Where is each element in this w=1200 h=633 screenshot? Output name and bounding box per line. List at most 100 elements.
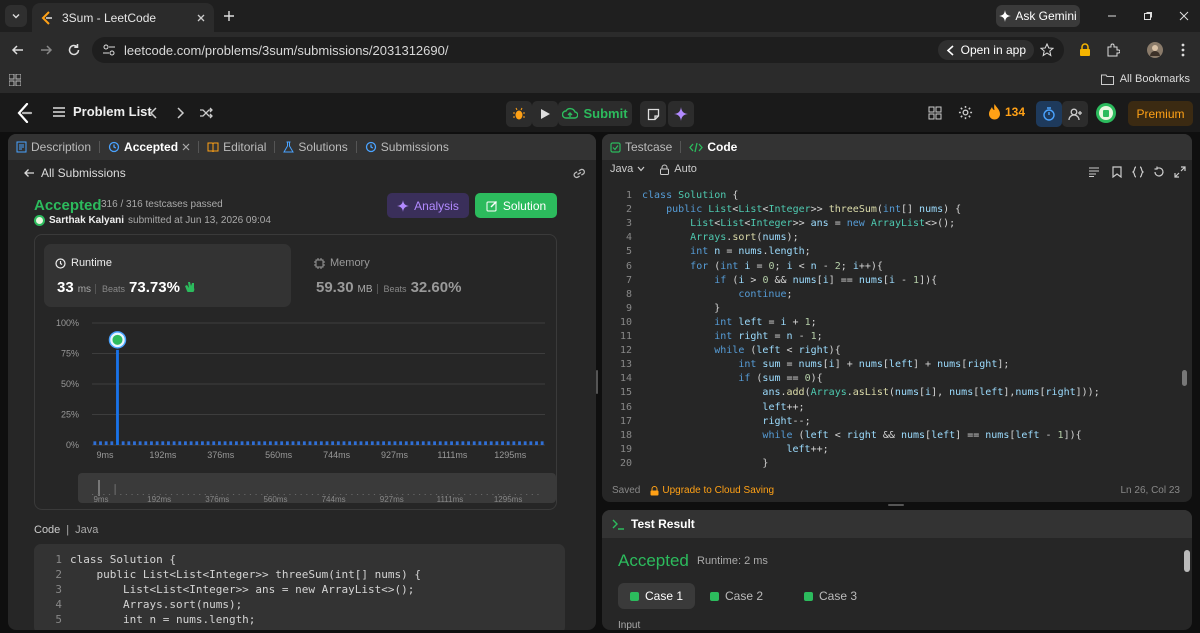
tab-editorial[interactable]: Editorial: [199, 134, 274, 160]
leetcode-logo[interactable]: [16, 103, 34, 123]
chart-bar: [93, 441, 97, 445]
horizontal-resize-handle[interactable]: [888, 504, 904, 506]
notes-button[interactable]: [640, 101, 666, 127]
brush-tick-label: 192ms: [147, 495, 171, 504]
tab-solutions[interactable]: Solutions: [275, 134, 355, 160]
edit-icon: [486, 200, 497, 211]
auto-label: Auto: [674, 163, 697, 175]
editor-line: 3 List < List < Integer >> ans = new ArrayLis…: [602, 218, 955, 232]
tab-code[interactable]: Code: [681, 134, 745, 160]
chart-bar: [285, 441, 289, 445]
prev-problem-button[interactable]: [149, 106, 159, 120]
chart-bar: [370, 441, 374, 445]
problem-list-button[interactable]: Problem List: [52, 104, 152, 119]
tab-submissions[interactable]: Submissions: [357, 134, 457, 160]
terminal-icon: [612, 519, 624, 530]
test-result-scrollbar[interactable]: [1184, 550, 1190, 572]
new-tab-button[interactable]: [220, 7, 238, 25]
reset-icon[interactable]: [1153, 166, 1165, 178]
minimize-button[interactable]: [1104, 8, 1120, 24]
case-tab-2[interactable]: Case 2: [698, 583, 775, 609]
tab-editorial-label: Editorial: [223, 140, 267, 154]
forward-button[interactable]: [37, 41, 55, 59]
analysis-button[interactable]: Analysis: [387, 193, 469, 218]
settings-button[interactable]: [958, 105, 973, 120]
reload-button[interactable]: [65, 41, 83, 59]
chart-bar: [206, 441, 210, 445]
author-name[interactable]: Sarthak Kalyani: [49, 215, 124, 226]
apps-grid-icon[interactable]: [9, 74, 21, 86]
brush-bar: [430, 494, 432, 495]
layout-button[interactable]: [928, 106, 942, 120]
bookmark-star-icon[interactable]: [1040, 43, 1054, 57]
streak-counter[interactable]: 134: [988, 104, 1025, 120]
user-avatar[interactable]: [1096, 103, 1116, 123]
browser-tab-leetcode[interactable]: 3Sum - LeetCode: [32, 3, 214, 32]
brush-bar: [486, 494, 488, 495]
debug-button[interactable]: [506, 101, 532, 127]
solution-button[interactable]: Solution: [475, 193, 557, 218]
line-number: 11: [619, 331, 632, 342]
upgrade-cloud-link[interactable]: Upgrade to Cloud Saving: [650, 485, 774, 496]
close-icon: [1179, 11, 1189, 21]
test-result-panel: Test Result Accepted Runtime: 2 ms Case …: [602, 510, 1192, 630]
language-select[interactable]: Java: [610, 163, 645, 175]
chart-bar: [110, 441, 114, 445]
runtime-card[interactable]: Runtime 33 ms Beats 73.73%: [44, 244, 291, 307]
maximize-icon[interactable]: [1174, 166, 1186, 178]
close-tab-icon[interactable]: [196, 13, 206, 23]
code-token: left: [1015, 429, 1040, 441]
link-icon[interactable]: [572, 167, 586, 179]
tab-accepted[interactable]: Accepted: [100, 134, 198, 160]
code-token: while: [762, 429, 799, 441]
brush-bar: [187, 494, 190, 495]
editor-line: 9 }: [602, 303, 720, 317]
panel-resize-handle[interactable]: [596, 370, 598, 394]
format-icon[interactable]: [1088, 167, 1100, 177]
close-tab-icon[interactable]: [182, 143, 190, 151]
ask-gemini-button[interactable]: Ask Gemini: [996, 5, 1080, 27]
restore-button[interactable]: [1140, 8, 1156, 24]
extension-lock-button[interactable]: [1076, 41, 1094, 59]
case-tab-3[interactable]: Case 3: [792, 583, 869, 609]
submit-button[interactable]: Submit: [558, 101, 632, 126]
tab-search-button[interactable]: [5, 5, 27, 27]
runtime-distribution-chart[interactable]: 100% 75% 50% 25% 0% 9ms 192ms 376ms 560ms 744ms 92…: [35, 315, 558, 511]
all-bookmarks-button[interactable]: All Bookmarks: [1100, 73, 1190, 85]
open-in-app-button[interactable]: Open in app: [937, 40, 1034, 60]
folder-icon: [1100, 74, 1114, 85]
run-button[interactable]: [532, 101, 558, 127]
code-token: ans: [762, 387, 781, 399]
tab-testcase[interactable]: Testcase: [602, 134, 680, 160]
auto-toggle[interactable]: Auto: [659, 163, 697, 175]
braces-icon[interactable]: [1132, 166, 1144, 178]
saved-status: Saved: [612, 485, 641, 496]
code-token: ;: [810, 316, 817, 328]
invite-button[interactable]: [1062, 101, 1088, 127]
case-tab-1[interactable]: Case 1: [618, 583, 696, 609]
chart-bar: [331, 441, 335, 445]
profile-avatar[interactable]: [1146, 41, 1164, 59]
bookmark-icon[interactable]: [1112, 166, 1122, 178]
chart-bar: [376, 441, 380, 445]
all-submissions-link[interactable]: All Submissions: [24, 166, 126, 180]
premium-button[interactable]: Premium: [1128, 101, 1193, 126]
address-bar[interactable]: leetcode.com/problems/3sum/submissions/2…: [92, 37, 1064, 63]
back-button[interactable]: [9, 41, 27, 59]
tab-description[interactable]: Description: [8, 134, 99, 160]
test-result-tab[interactable]: Test Result: [612, 517, 695, 531]
site-info-icon[interactable]: [102, 43, 116, 57]
timer-button[interactable]: [1036, 101, 1062, 127]
memory-card[interactable]: Memory 59.30 MB Beats 32.60%: [303, 244, 550, 307]
memory-unit: MB: [357, 284, 373, 295]
next-problem-button[interactable]: [175, 106, 185, 120]
editor-scrollbar[interactable]: [1182, 370, 1187, 386]
browser-menu-button[interactable]: [1174, 41, 1192, 59]
random-problem-button[interactable]: [199, 106, 213, 120]
tab-title: 3Sum - LeetCode: [62, 10, 157, 25]
code-editor[interactable]: 1 class Solution {2 public List < List < Inte…: [602, 184, 1192, 469]
ai-assistant-button[interactable]: [668, 101, 694, 127]
chevron-right-icon: [177, 107, 185, 119]
extensions-button[interactable]: [1104, 41, 1122, 59]
close-window-button[interactable]: [1176, 8, 1192, 24]
